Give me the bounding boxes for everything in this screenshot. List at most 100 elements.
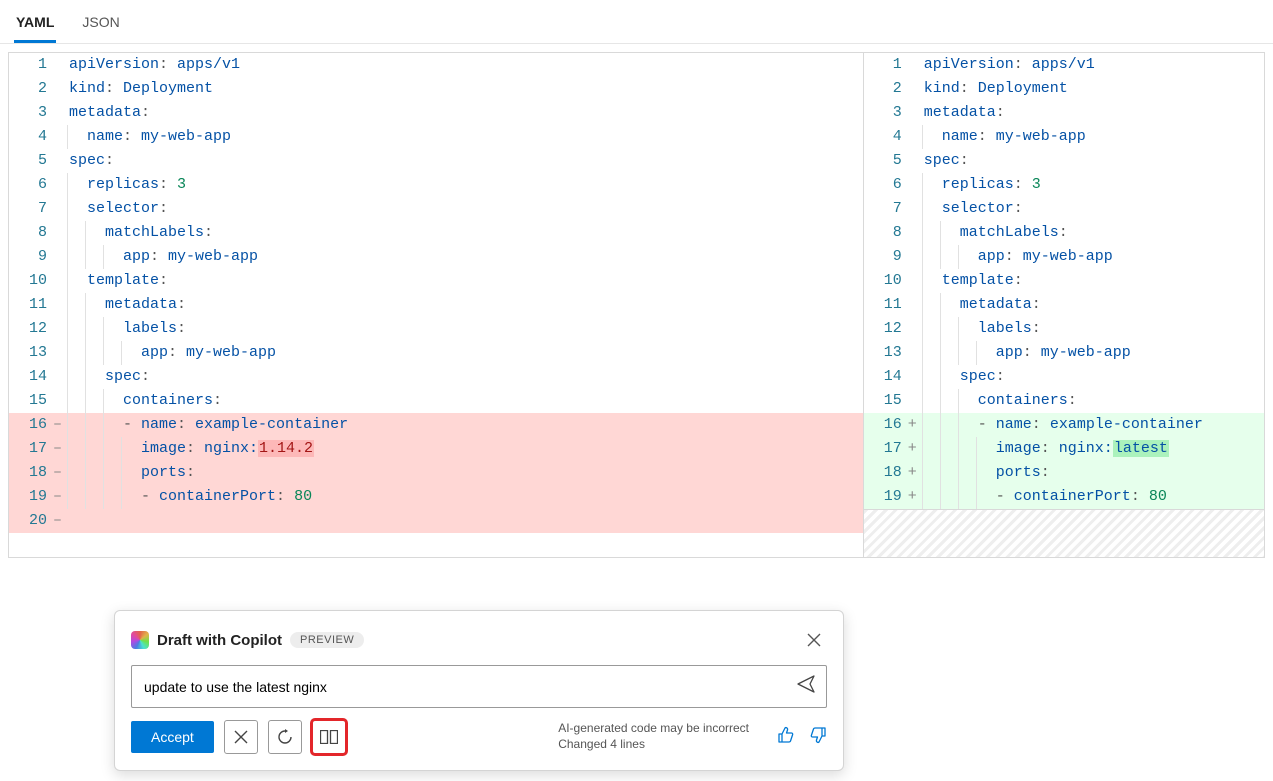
- line-number: 8: [864, 221, 908, 245]
- code-content: selector:: [940, 197, 1264, 221]
- code-line[interactable]: 10template:: [864, 269, 1264, 293]
- code-line[interactable]: 18+ports:: [864, 461, 1264, 485]
- code-content: apiVersion: apps/v1: [922, 53, 1264, 77]
- diff-pane-original[interactable]: 1apiVersion: apps/v12kind: Deployment3 me…: [8, 52, 863, 558]
- toggle-diff-view-button[interactable]: [312, 720, 346, 754]
- thumbs-up-button[interactable]: [777, 726, 795, 749]
- diff-marker: [908, 197, 922, 221]
- code-content: spec:: [922, 149, 1264, 173]
- code-content: matchLabels:: [103, 221, 863, 245]
- regenerate-button[interactable]: [268, 720, 302, 754]
- prompt-input[interactable]: [142, 678, 796, 696]
- code-line[interactable]: 17+image: nginx:latest: [864, 437, 1264, 461]
- code-line[interactable]: 7selector:: [9, 197, 863, 221]
- prompt-input-row: [131, 665, 827, 708]
- diff-marker: [53, 245, 67, 269]
- line-number: 7: [864, 197, 908, 221]
- diff-marker: [908, 389, 922, 413]
- code-line[interactable]: 13app: my-web-app: [864, 341, 1264, 365]
- diff-marker: [908, 149, 922, 173]
- diff-marker: +: [908, 413, 922, 437]
- code-line[interactable]: 12labels:: [864, 317, 1264, 341]
- line-number: 7: [9, 197, 53, 221]
- code-content: containers:: [121, 389, 863, 413]
- line-number: 1: [9, 53, 53, 77]
- code-line[interactable]: 17–image: nginx:1.14.2: [9, 437, 863, 461]
- code-line[interactable]: 16–- name: example-container: [9, 413, 863, 437]
- code-line[interactable]: 8matchLabels:: [9, 221, 863, 245]
- code-line[interactable]: 16+- name: example-container: [864, 413, 1264, 437]
- code-content: name: my-web-app: [85, 125, 863, 149]
- diff-marker: [53, 125, 67, 149]
- code-line[interactable]: 15containers:: [9, 389, 863, 413]
- code-content: image: nginx:latest: [994, 437, 1264, 461]
- line-number: 12: [864, 317, 908, 341]
- thumbs-up-icon: [777, 726, 795, 744]
- code-line[interactable]: 3metadata:: [864, 101, 1264, 125]
- code-line[interactable]: 5spec:: [9, 149, 863, 173]
- code-line[interactable]: 2 kind: Deployment: [864, 77, 1264, 101]
- code-line[interactable]: 11 metadata:: [9, 293, 863, 317]
- line-number: 18: [864, 461, 908, 485]
- diff-marker: [53, 101, 67, 125]
- code-line[interactable]: 4name: my-web-app: [864, 125, 1264, 149]
- accept-button[interactable]: Accept: [131, 721, 214, 753]
- line-number: 19: [864, 485, 908, 509]
- code-line[interactable]: 7 selector:: [864, 197, 1264, 221]
- code-line[interactable]: 1apiVersion: apps/v1: [864, 53, 1264, 77]
- code-line[interactable]: 15containers:: [864, 389, 1264, 413]
- code-content: metadata:: [103, 293, 863, 317]
- code-line[interactable]: 8matchLabels:: [864, 221, 1264, 245]
- code-line[interactable]: 2kind: Deployment: [9, 77, 863, 101]
- send-button[interactable]: [796, 674, 816, 699]
- line-number: 12: [9, 317, 53, 341]
- tab-yaml[interactable]: YAML: [14, 8, 56, 43]
- code-line[interactable]: 19+- containerPort: 80: [864, 485, 1264, 509]
- code-content: template:: [85, 269, 863, 293]
- diff-marker: +: [908, 485, 922, 509]
- discard-button[interactable]: [224, 720, 258, 754]
- diff-padding: [864, 509, 1264, 557]
- line-number: 3: [9, 101, 53, 125]
- code-line[interactable]: 14spec:: [864, 365, 1264, 389]
- code-content: kind: Deployment: [922, 77, 1264, 101]
- code-line[interactable]: 12labels:: [9, 317, 863, 341]
- code-line[interactable]: 5spec:: [864, 149, 1264, 173]
- diff-marker: [908, 125, 922, 149]
- code-content: metadata:: [67, 101, 863, 125]
- code-line[interactable]: 9app: my-web-app: [9, 245, 863, 269]
- line-number: 13: [864, 341, 908, 365]
- code-content: template:: [940, 269, 1264, 293]
- code-content: image: nginx:1.14.2: [139, 437, 863, 461]
- code-line[interactable]: 11metadata:: [864, 293, 1264, 317]
- code-line[interactable]: 20–: [9, 509, 863, 533]
- side-by-side-icon: [320, 730, 338, 744]
- code-line[interactable]: 6replicas: 3: [9, 173, 863, 197]
- code-content: app: my-web-app: [121, 245, 863, 269]
- code-line[interactable]: 6replicas: 3: [864, 173, 1264, 197]
- diff-marker: [908, 53, 922, 77]
- code-line[interactable]: 14spec:: [9, 365, 863, 389]
- code-content: - name: example-container: [121, 413, 863, 437]
- line-number: 17: [864, 437, 908, 461]
- tab-json[interactable]: JSON: [80, 8, 121, 43]
- code-line[interactable]: 9app: my-web-app: [864, 245, 1264, 269]
- diff-view: 1apiVersion: apps/v12kind: Deployment3me…: [0, 44, 1273, 558]
- code-line[interactable]: 3 metadata:: [9, 101, 863, 125]
- close-button[interactable]: [801, 627, 827, 653]
- code-line[interactable]: 13app: my-web-app: [9, 341, 863, 365]
- diff-marker: [53, 149, 67, 173]
- line-number: 2: [864, 77, 908, 101]
- code-line[interactable]: 4name: my-web-app: [9, 125, 863, 149]
- code-content: app: my-web-app: [976, 245, 1264, 269]
- code-line[interactable]: 1apiVersion: apps/v1: [9, 53, 863, 77]
- code-line[interactable]: 10template:: [9, 269, 863, 293]
- code-content: ports:: [994, 461, 1264, 485]
- diff-marker: [908, 341, 922, 365]
- line-number: 11: [9, 293, 53, 317]
- diff-pane-modified[interactable]: 1apiVersion: apps/v12 kind: Deployment3me…: [863, 52, 1265, 558]
- thumbs-down-button[interactable]: [809, 726, 827, 749]
- code-line[interactable]: 18–ports:: [9, 461, 863, 485]
- code-content: spec:: [958, 365, 1264, 389]
- code-line[interactable]: 19–- containerPort: 80: [9, 485, 863, 509]
